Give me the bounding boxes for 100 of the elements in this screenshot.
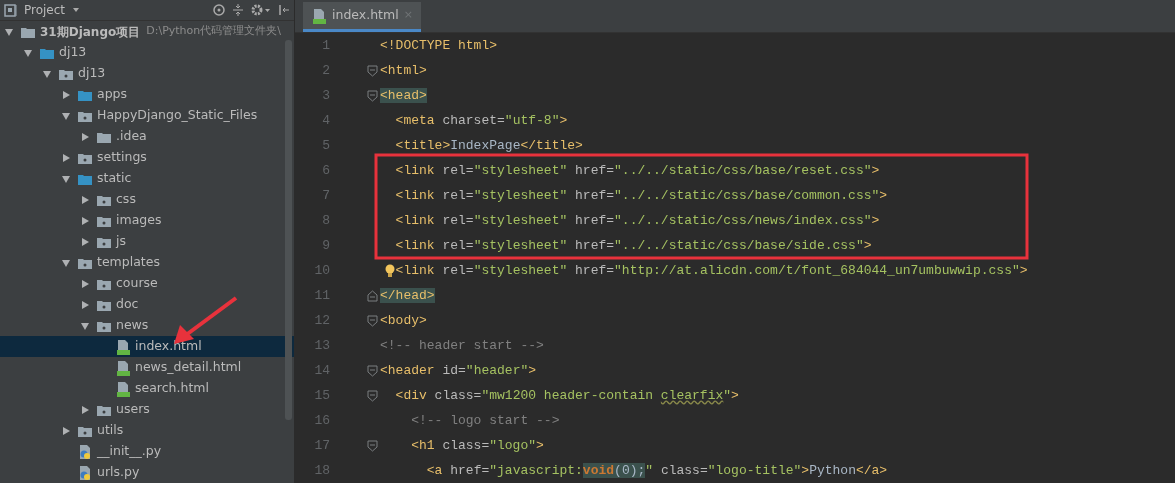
highlighted-text: void (582, 462, 615, 478)
expanded-arrow-icon[interactable] (23, 47, 33, 58)
code-line: <meta charset="utf-8"> (394, 111, 568, 130)
underlined-text: clearfix (660, 387, 724, 403)
collapsed-arrow-icon[interactable] (80, 215, 90, 226)
code-text: "http://at.alicdn.com/t/font_684044_un7umbuwwip.css" (614, 261, 1020, 280)
expanded-arrow-icon[interactable] (61, 110, 71, 121)
collapsed-arrow-icon[interactable] (80, 404, 90, 415)
fold-icon[interactable] (367, 314, 378, 327)
code-text: <link (395, 261, 435, 280)
tree-item[interactable]: 31期Django项目 D:\Python代码管理文件夹\ (0, 21, 281, 42)
tree-item[interactable]: apps (0, 84, 294, 105)
code-text: href= (574, 261, 615, 280)
tree-item[interactable]: __init__.py (0, 441, 294, 462)
fold-icon[interactable] (367, 64, 378, 77)
line-number: 10 (313, 261, 330, 280)
tree-item[interactable]: search.html (0, 378, 294, 399)
line-number: 4 (321, 111, 330, 130)
panel-title: Project (24, 2, 66, 19)
tree-item[interactable]: utils (0, 420, 294, 441)
expanded-arrow-icon[interactable] (61, 257, 71, 268)
code-line: <link rel="stylesheet" href="../../static/css/news/index.css"> (394, 211, 880, 230)
fold-icon[interactable] (367, 439, 378, 452)
collapsed-arrow-icon[interactable] (80, 299, 90, 310)
html-file-icon (311, 7, 327, 24)
tree-item[interactable]: news_detail.html (0, 357, 294, 378)
tree-item[interactable]: urls.py (0, 462, 294, 483)
html-file-icon (115, 380, 131, 397)
code-text: > (1019, 261, 1028, 280)
hide-icon[interactable] (278, 3, 290, 17)
tree-item[interactable]: index.html (0, 336, 294, 357)
tree-item[interactable]: js (0, 231, 294, 252)
line-number: 17 (313, 436, 330, 455)
expanded-arrow-icon[interactable] (42, 68, 52, 79)
expanded-arrow-icon[interactable] (4, 26, 14, 37)
collapse-icon[interactable] (232, 3, 244, 17)
tree-item[interactable]: news (0, 315, 294, 336)
tree-item[interactable]: templates (0, 252, 294, 273)
collapsed-arrow-icon[interactable] (80, 131, 90, 142)
fold-icon[interactable] (367, 364, 378, 377)
line-number: 18 (313, 461, 330, 480)
python-file-icon (77, 464, 93, 481)
line-number: 8 (321, 211, 330, 230)
code-line: <div class="mw1200 header-contain clearfix"> (394, 386, 739, 405)
line-number: 6 (321, 161, 330, 180)
code-line: <title>IndexPage</title> (394, 136, 583, 155)
python-file-icon (77, 443, 93, 460)
fold-icon[interactable] (367, 289, 378, 302)
tree-item[interactable]: static (0, 168, 294, 189)
collapsed-arrow-icon[interactable] (80, 194, 90, 205)
tree-item[interactable]: images (0, 210, 294, 231)
code-text: rel= (441, 261, 474, 280)
collapsed-arrow-icon[interactable] (61, 89, 71, 100)
tree-item[interactable]: dj13 (0, 63, 294, 84)
scrollbar[interactable] (285, 40, 292, 420)
highlighted-text: </head> (380, 287, 435, 303)
code-line: <header id="header"> (380, 361, 537, 380)
line-number: 16 (313, 411, 330, 430)
code-line: <!-- header start --> (380, 336, 544, 355)
settings-icon[interactable] (250, 3, 272, 17)
tree-item[interactable]: HappyDjango_Static_Files (0, 105, 294, 126)
line-number: 2 (321, 61, 330, 80)
fold-icon[interactable] (367, 389, 378, 402)
line-number: 14 (313, 361, 330, 380)
html-file-icon (115, 338, 131, 355)
tree-item[interactable]: course (0, 273, 294, 294)
line-number: 7 (321, 186, 330, 205)
highlighted-text: (0); (614, 462, 646, 478)
lightbulb-icon[interactable] (384, 263, 395, 278)
expanded-arrow-icon[interactable] (61, 173, 71, 184)
line-number: 5 (321, 136, 330, 155)
tree-item[interactable]: css (0, 189, 294, 210)
code-line: <h1 class="logo"> (410, 436, 544, 455)
file-tab[interactable]: index.html × (303, 2, 421, 32)
tree-item[interactable]: settings (0, 147, 294, 168)
project-icon (4, 3, 18, 17)
line-number: 11 (313, 286, 330, 305)
code-text: "stylesheet" (473, 261, 568, 280)
tree-item[interactable]: .idea (0, 126, 294, 147)
line-number: 1 (321, 36, 330, 55)
code-line: <body> (380, 311, 427, 330)
line-number: 3 (321, 86, 330, 105)
collapsed-arrow-icon[interactable] (61, 152, 71, 163)
collapsed-arrow-icon[interactable] (80, 236, 90, 247)
line-number: 9 (321, 236, 330, 255)
code-line: <link rel="stylesheet" href="../../static/css/base/reset.css"> (394, 161, 880, 180)
tree-item[interactable]: doc (0, 294, 294, 315)
tree-item[interactable]: dj13 (0, 42, 294, 63)
tree-item[interactable]: users (0, 399, 294, 420)
collapsed-arrow-icon[interactable] (61, 425, 71, 436)
target-icon[interactable] (212, 3, 226, 17)
expanded-arrow-icon[interactable] (80, 320, 90, 331)
highlighted-text: <head> (380, 87, 427, 103)
line-number: 12 (313, 311, 330, 330)
code-line: <link rel="stylesheet" href="../../static/css/base/side.css"> (394, 236, 872, 255)
collapsed-arrow-icon[interactable] (80, 278, 90, 289)
fold-icon[interactable] (367, 89, 378, 102)
code-line: <a href="javascript:void(0);" class="logo-title">Python</a> (425, 461, 888, 480)
code-line: <link rel="stylesheet" href="../../static/css/base/common.css"> (394, 186, 888, 205)
code-line: <html> (380, 61, 427, 80)
